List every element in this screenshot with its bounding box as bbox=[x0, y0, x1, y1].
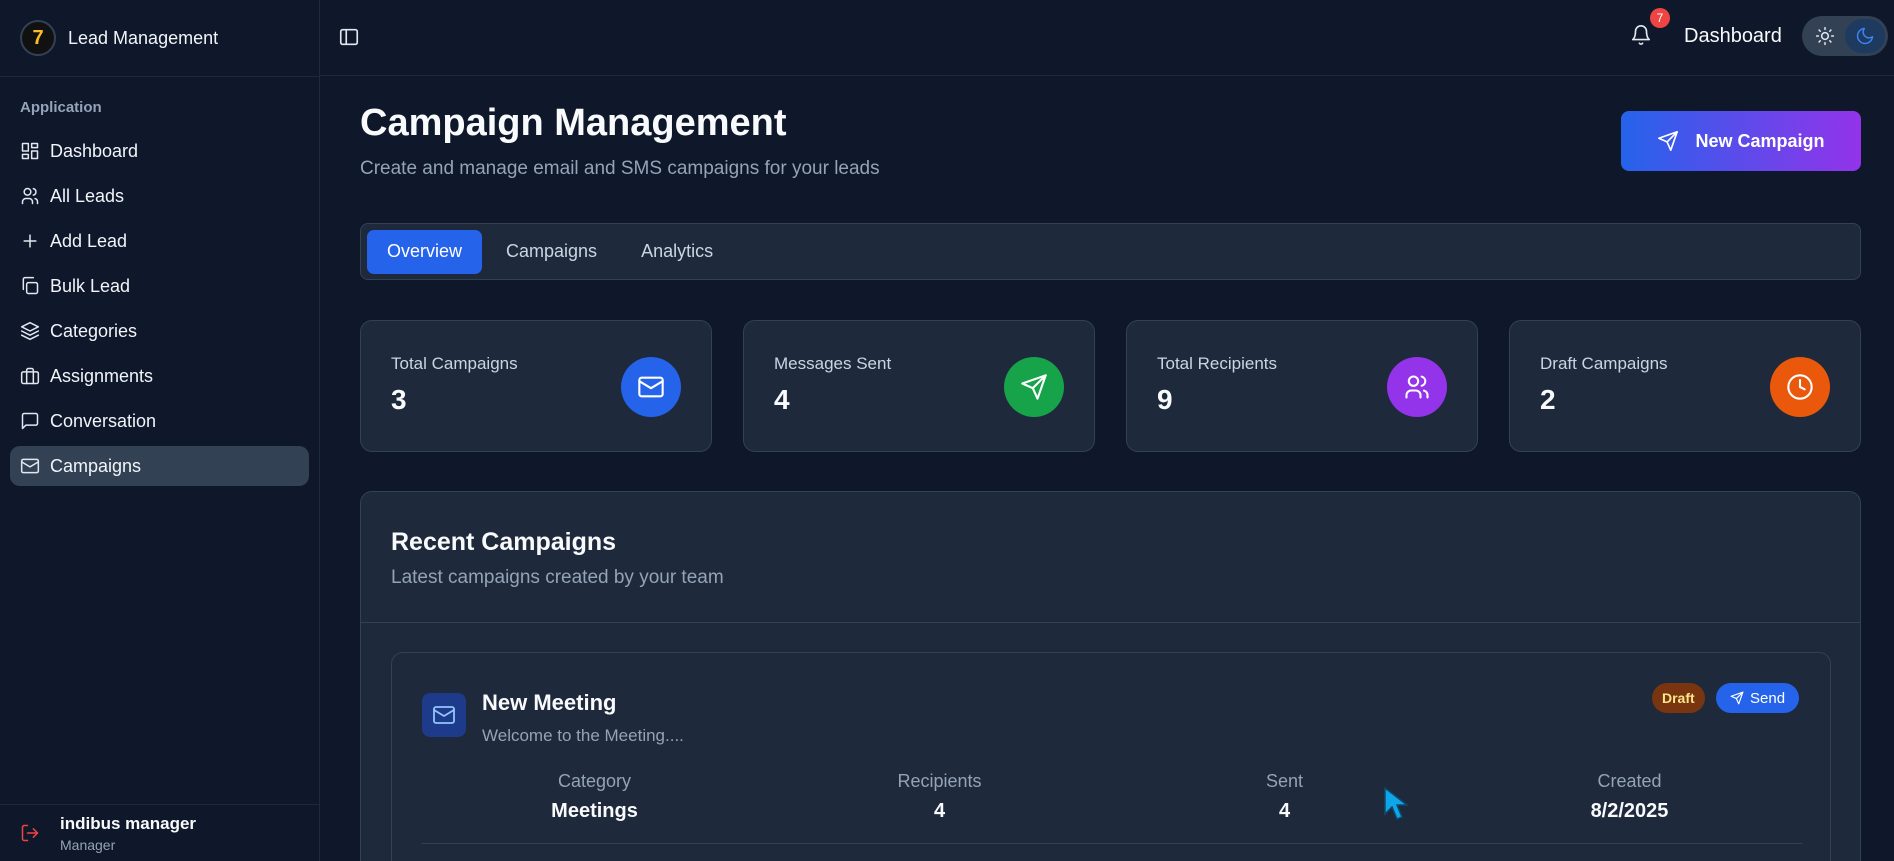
sidebar-item-label: All Leads bbox=[50, 185, 125, 206]
metric-category: Category Meetings bbox=[422, 771, 767, 823]
metric-label: Recipients bbox=[897, 771, 982, 791]
metric-value: Meetings bbox=[551, 800, 638, 822]
recent-campaigns-title: Recent Campaigns bbox=[391, 528, 617, 556]
sidebar-nav: Dashboard All Leads Add Lead Bulk Lead C… bbox=[0, 131, 319, 486]
users-icon bbox=[1387, 357, 1447, 417]
metric-label: Category bbox=[557, 771, 632, 791]
stat-label: Messages Sent bbox=[774, 354, 892, 373]
topbar: 7 Dashboard bbox=[320, 0, 1894, 76]
user-name: indibus manager bbox=[60, 813, 197, 833]
page-subtitle: Create and manage email and SMS campaign… bbox=[360, 158, 880, 179]
sidebar-item-label: Campaigns bbox=[50, 455, 142, 476]
campaign-metrics: Category Meetings Recipients 4 Sent 4 Cr… bbox=[422, 771, 1802, 823]
theme-toggle[interactable] bbox=[1802, 16, 1888, 56]
bell-icon[interactable] bbox=[1630, 24, 1652, 48]
copy-icon bbox=[20, 276, 40, 296]
clock-icon bbox=[1770, 357, 1830, 417]
send-button-label: Send bbox=[1750, 689, 1786, 707]
metric-created: Created 8/2/2025 bbox=[1457, 771, 1802, 823]
stat-value: 2 bbox=[1540, 384, 1556, 415]
send-icon bbox=[1658, 131, 1679, 151]
stat-card-total-campaigns: Total Campaigns 3 bbox=[360, 320, 712, 452]
sun-icon[interactable] bbox=[1805, 19, 1845, 53]
stat-card-messages-sent: Messages Sent 4 bbox=[743, 320, 1095, 452]
sidebar-item-assignments[interactable]: Assignments bbox=[10, 356, 309, 396]
divider bbox=[422, 843, 1802, 844]
stat-value: 3 bbox=[391, 384, 407, 415]
recent-campaigns-subtitle: Latest campaigns created by your team bbox=[391, 567, 724, 588]
tab-campaigns[interactable]: Campaigns bbox=[486, 230, 617, 274]
stat-card-total-recipients: Total Recipients 9 bbox=[1126, 320, 1478, 452]
stat-label: Total Campaigns bbox=[391, 354, 518, 373]
status-badge: Draft bbox=[1652, 683, 1705, 713]
sidebar-item-label: Categories bbox=[50, 320, 138, 341]
stat-card-draft-campaigns: Draft Campaigns 2 bbox=[1509, 320, 1861, 452]
sidebar-toggle-icon[interactable] bbox=[338, 26, 360, 48]
logout-icon[interactable] bbox=[20, 823, 40, 843]
metric-recipients: Recipients 4 bbox=[767, 771, 1112, 823]
mouse-cursor-icon bbox=[1384, 786, 1410, 820]
briefcase-icon bbox=[20, 366, 40, 386]
layers-icon bbox=[20, 321, 40, 341]
topbar-title: Dashboard bbox=[1684, 25, 1782, 47]
sidebar-item-all-leads[interactable]: All Leads bbox=[10, 176, 309, 216]
new-campaign-button[interactable]: New Campaign bbox=[1621, 111, 1861, 171]
metric-value: 8/2/2025 bbox=[1590, 800, 1669, 822]
user-role: Manager bbox=[60, 836, 116, 853]
campaign-name: New Meeting bbox=[482, 690, 617, 715]
campaign-description: Welcome to the Meeting.... bbox=[482, 726, 684, 745]
tab-list: Overview Campaigns Analytics bbox=[360, 223, 1861, 280]
send-icon bbox=[1730, 691, 1744, 705]
send-button[interactable]: Send bbox=[1716, 683, 1800, 713]
brand[interactable]: 7 Lead Management bbox=[0, 0, 319, 77]
sidebar-item-categories[interactable]: Categories bbox=[10, 311, 309, 351]
sidebar-item-add-lead[interactable]: Add Lead bbox=[10, 221, 309, 261]
sidebar-item-campaigns[interactable]: Campaigns bbox=[10, 446, 309, 486]
page-title: Campaign Management bbox=[360, 102, 787, 144]
notification-badge: 7 bbox=[1650, 8, 1670, 28]
mail-icon bbox=[20, 456, 40, 476]
sidebar-item-label: Assignments bbox=[50, 365, 154, 386]
stat-label: Total Recipients bbox=[1157, 354, 1278, 373]
sidebar-item-conversation[interactable]: Conversation bbox=[10, 401, 309, 441]
stat-value: 9 bbox=[1157, 384, 1173, 415]
sidebar-item-label: Conversation bbox=[50, 410, 157, 431]
stats-row: Total Campaigns 3 Messages Sent 4 Total … bbox=[360, 320, 1861, 452]
sidebar-item-label: Add Lead bbox=[50, 230, 128, 251]
mail-icon bbox=[422, 693, 466, 737]
user-box: indibus manager Manager bbox=[0, 804, 319, 861]
users-icon bbox=[20, 186, 40, 206]
moon-icon[interactable] bbox=[1845, 19, 1885, 53]
dashboard-icon bbox=[20, 141, 40, 161]
brand-name: Lead Management bbox=[68, 27, 219, 48]
brand-logo: 7 bbox=[20, 20, 56, 56]
sidebar-item-label: Dashboard bbox=[50, 140, 139, 161]
tab-analytics[interactable]: Analytics bbox=[621, 230, 733, 274]
sidebar-section-label: Application bbox=[20, 99, 102, 116]
metric-label: Created bbox=[1597, 771, 1662, 791]
mail-icon bbox=[621, 357, 681, 417]
campaign-card[interactable]: New Meeting Welcome to the Meeting.... D… bbox=[391, 652, 1831, 861]
stat-label: Draft Campaigns bbox=[1540, 354, 1668, 373]
sidebar-item-label: Bulk Lead bbox=[50, 275, 131, 296]
divider bbox=[361, 622, 1860, 623]
recent-campaigns-panel: Recent Campaigns Latest campaigns create… bbox=[360, 491, 1861, 861]
new-campaign-label: New Campaign bbox=[1695, 130, 1825, 151]
plus-icon bbox=[20, 231, 40, 251]
stat-value: 4 bbox=[774, 384, 790, 415]
send-icon bbox=[1004, 357, 1064, 417]
metric-value: 4 bbox=[933, 800, 946, 822]
tab-overview[interactable]: Overview bbox=[367, 229, 483, 274]
sidebar-item-dashboard[interactable]: Dashboard bbox=[10, 131, 309, 171]
sidebar: 7 Lead Management Application Dashboard … bbox=[0, 0, 320, 861]
message-icon bbox=[20, 411, 40, 431]
sidebar-item-bulk-lead[interactable]: Bulk Lead bbox=[10, 266, 309, 306]
